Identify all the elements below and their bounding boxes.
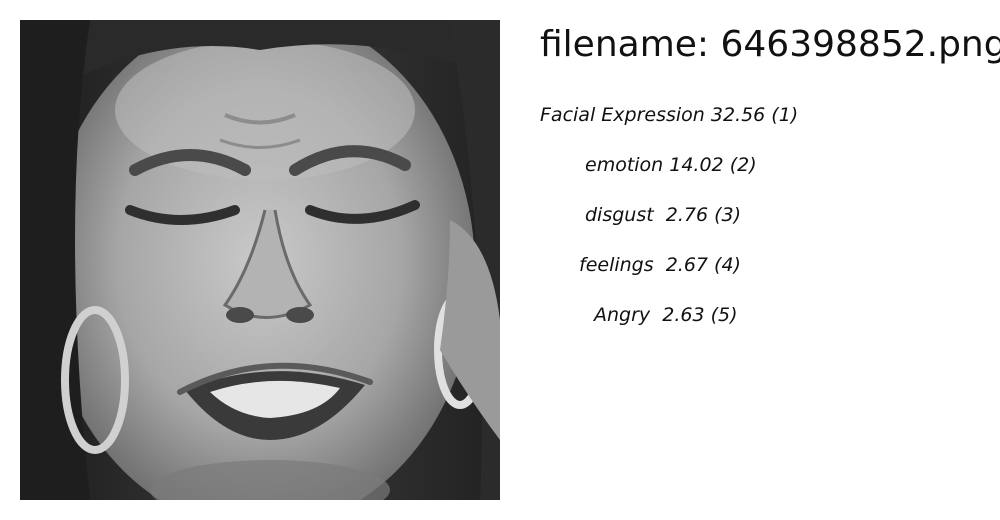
face-photo [20, 20, 500, 500]
tag-item-3: disgust 2.76 (3) [585, 204, 742, 226]
tag-item-2: emotion 14.02 (2) [585, 154, 757, 176]
tag-item-5: Angry 2.63 (5) [594, 304, 738, 326]
filename-label: filename: 646398852.png [540, 24, 1000, 65]
tag-list: Facial Expression 32.56 (1) emotion 14.0… [540, 102, 840, 342]
tag-item-4: feelings 2.67 (4) [579, 254, 741, 276]
face-photo-drawing [20, 20, 500, 500]
tag-item-1: Facial Expression 32.56 (1) [540, 104, 799, 126]
